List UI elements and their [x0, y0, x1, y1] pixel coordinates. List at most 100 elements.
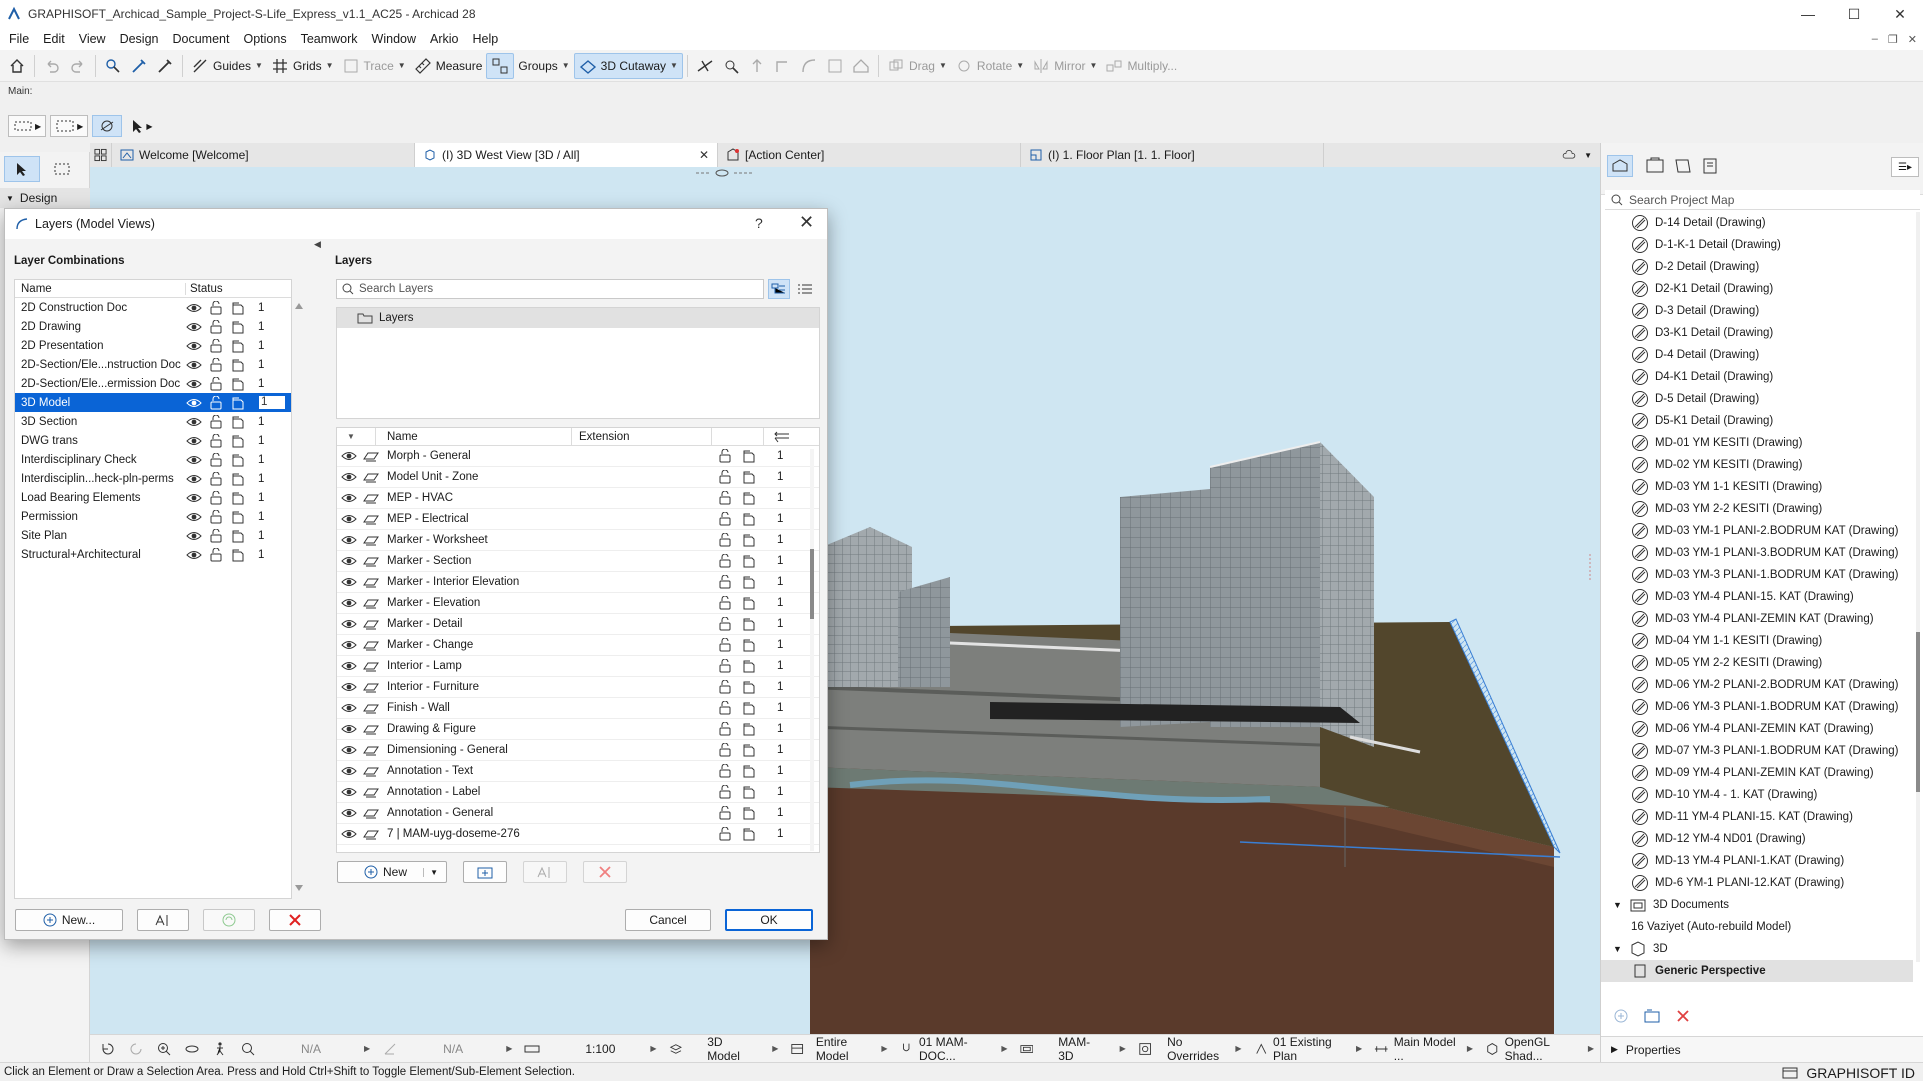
project-map-item[interactable]: D5-K1 Detail (Drawing)	[1601, 410, 1913, 432]
solid-model-icon[interactable]	[741, 659, 757, 673]
layer-row[interactable]: Marker - Detail 1	[337, 614, 819, 635]
groups-button[interactable]: Groups ▼	[514, 53, 573, 79]
help-button[interactable]: ?	[755, 215, 763, 231]
combination-row[interactable]: 2D-Section/Ele...ermission Doc 1	[15, 374, 291, 393]
new-layer-folder-button[interactable]	[463, 861, 507, 883]
delete-combination-button[interactable]	[269, 909, 321, 931]
combination-row[interactable]: 2D Drawing 1	[15, 317, 291, 336]
syringe-button[interactable]	[126, 53, 152, 79]
layer-row[interactable]: Interior - Lamp 1	[337, 656, 819, 677]
minimize-button[interactable]: —	[1785, 0, 1831, 28]
combination-row[interactable]: 2D Presentation 1	[15, 336, 291, 355]
eye-icon[interactable]	[186, 453, 202, 467]
eye-icon[interactable]	[341, 491, 357, 505]
roof-button[interactable]	[848, 53, 874, 79]
orbit-button[interactable]	[92, 115, 123, 137]
project-map-item[interactable]: MD-09 YM-4 PLANI-ZEMIN KAT (Drawing)	[1601, 762, 1913, 784]
dialog-title-bar[interactable]: Layers (Model Views)	[5, 209, 827, 239]
eye-icon[interactable]	[341, 806, 357, 820]
unlock-icon[interactable]	[717, 785, 733, 799]
solid-model-icon[interactable]	[230, 491, 246, 505]
menu-help[interactable]: Help	[466, 32, 506, 46]
layer-row[interactable]: Drawing & Figure 1	[337, 719, 819, 740]
eye-icon[interactable]	[341, 743, 357, 757]
project-map-item[interactable]: D-3 Detail (Drawing)	[1601, 300, 1913, 322]
combination-row[interactable]: Structural+Architectural 1	[15, 545, 291, 564]
renovation-filter-button[interactable]: 01 Existing Plan ▶	[1248, 1035, 1369, 1063]
eye-icon[interactable]	[341, 575, 357, 589]
guides-button[interactable]: Guides ▼	[187, 53, 267, 79]
chevron-down-icon[interactable]: ▼	[939, 61, 947, 70]
layer-folder-row[interactable]: Layers	[337, 308, 819, 328]
tab-overview-button[interactable]	[90, 143, 112, 167]
combinations-scrollbar[interactable]	[293, 299, 305, 899]
unlock-icon[interactable]	[208, 433, 224, 448]
combination-row[interactable]: Permission 1	[15, 507, 291, 526]
unlock-icon[interactable]	[208, 338, 224, 353]
layer-row[interactable]: Dimensioning - General 1	[337, 740, 819, 761]
solid-model-icon[interactable]	[230, 434, 246, 448]
dimension-button[interactable]: Main Model ... ▶	[1368, 1035, 1479, 1063]
cancel-button[interactable]: Cancel	[625, 909, 711, 931]
chevron-down-icon[interactable]: ▼	[1090, 61, 1098, 70]
zoom-in-button[interactable]	[150, 1037, 178, 1061]
ok-button[interactable]: OK	[725, 909, 813, 931]
solid-model-icon[interactable]	[741, 575, 757, 589]
eye-icon[interactable]	[341, 680, 357, 694]
project-map-item[interactable]: MD-06 YM-2 PLANI-2.BODRUM KAT (Drawing)	[1601, 674, 1913, 696]
unlock-icon[interactable]	[208, 509, 224, 524]
unlock-icon[interactable]	[717, 554, 733, 568]
model-view-options-button[interactable]: MAM-3D ▶	[1014, 1035, 1132, 1063]
project-map-item[interactable]: D-14 Detail (Drawing)	[1601, 212, 1913, 234]
design-section-header[interactable]: ▼ Design	[0, 188, 90, 208]
walk-button[interactable]	[206, 1037, 234, 1061]
unlock-icon[interactable]	[717, 638, 733, 652]
project-map-item[interactable]: MD-13 YM-4 PLANI-1.KAT (Drawing)	[1601, 850, 1913, 872]
unlock-icon[interactable]	[717, 680, 733, 694]
unlock-icon[interactable]	[717, 743, 733, 757]
close-window-button[interactable]: ✕	[1877, 0, 1923, 28]
project-map-item[interactable]: 16 Vaziyet (Auto-rebuild Model)	[1601, 916, 1913, 938]
solid-model-icon[interactable]	[230, 510, 246, 524]
chevron-down-icon[interactable]: ▼	[423, 867, 438, 877]
solid-model-icon[interactable]	[230, 453, 246, 467]
project-map-item[interactable]: MD-6 YM-1 PLANI-12.KAT (Drawing)	[1601, 872, 1913, 894]
eye-icon[interactable]	[341, 449, 357, 463]
solid-model-icon[interactable]	[230, 320, 246, 334]
solid-model-icon[interactable]	[741, 680, 757, 694]
groups-toggle[interactable]	[486, 52, 515, 79]
model-view-button[interactable]: Entire Model ▶	[784, 1035, 893, 1063]
layer-search-input[interactable]: Search Layers	[336, 279, 764, 299]
eye-icon[interactable]	[186, 339, 202, 353]
project-map-item[interactable]: MD-05 YM 2-2 KESITI (Drawing)	[1601, 652, 1913, 674]
combination-row[interactable]: 2D Construction Doc 1	[15, 298, 291, 317]
project-map-item[interactable]: Generic Perspective	[1601, 960, 1913, 982]
unlock-icon[interactable]	[208, 528, 224, 543]
unlock-icon[interactable]	[717, 722, 733, 736]
home-button[interactable]	[4, 53, 30, 79]
eye-icon[interactable]	[341, 722, 357, 736]
solid-model-icon[interactable]	[741, 701, 757, 715]
close-dialog-button[interactable]: ✕	[799, 212, 814, 233]
layer-row[interactable]: Model Unit - Zone 1	[337, 467, 819, 488]
navigator-menu-button[interactable]: ☰▸	[1891, 157, 1919, 177]
chevron-down-icon[interactable]: ▼	[562, 61, 570, 70]
menu-file[interactable]: File	[2, 32, 36, 46]
close-tab-icon[interactable]: ✕	[699, 148, 709, 162]
eye-icon[interactable]	[186, 358, 202, 372]
project-map-item[interactable]: MD-03 YM-1 PLANI-3.BODRUM KAT (Drawing)	[1601, 542, 1913, 564]
arrow-tool-button[interactable]: ▶	[126, 115, 156, 137]
unlock-icon[interactable]	[717, 827, 733, 841]
engine-button[interactable]: OpenGL Shad... ▶	[1479, 1035, 1600, 1063]
col-extension[interactable]: Extension	[579, 431, 630, 443]
pen-set-button[interactable]: 01 MAM-DOC... ▶	[893, 1035, 1013, 1063]
selection-method-button[interactable]: ▶	[8, 115, 47, 137]
marquee-tool[interactable]	[44, 156, 80, 182]
project-map-item[interactable]: MD-03 YM 1-1 KESITI (Drawing)	[1601, 476, 1913, 498]
menu-teamwork[interactable]: Teamwork	[294, 32, 365, 46]
col-name[interactable]: Name	[15, 282, 186, 295]
splitter-handle-icon[interactable]	[1585, 552, 1595, 582]
unlock-icon[interactable]	[717, 470, 733, 484]
drag-button[interactable]: Drag ▼	[883, 53, 951, 79]
magic-wand-button[interactable]	[100, 53, 126, 79]
